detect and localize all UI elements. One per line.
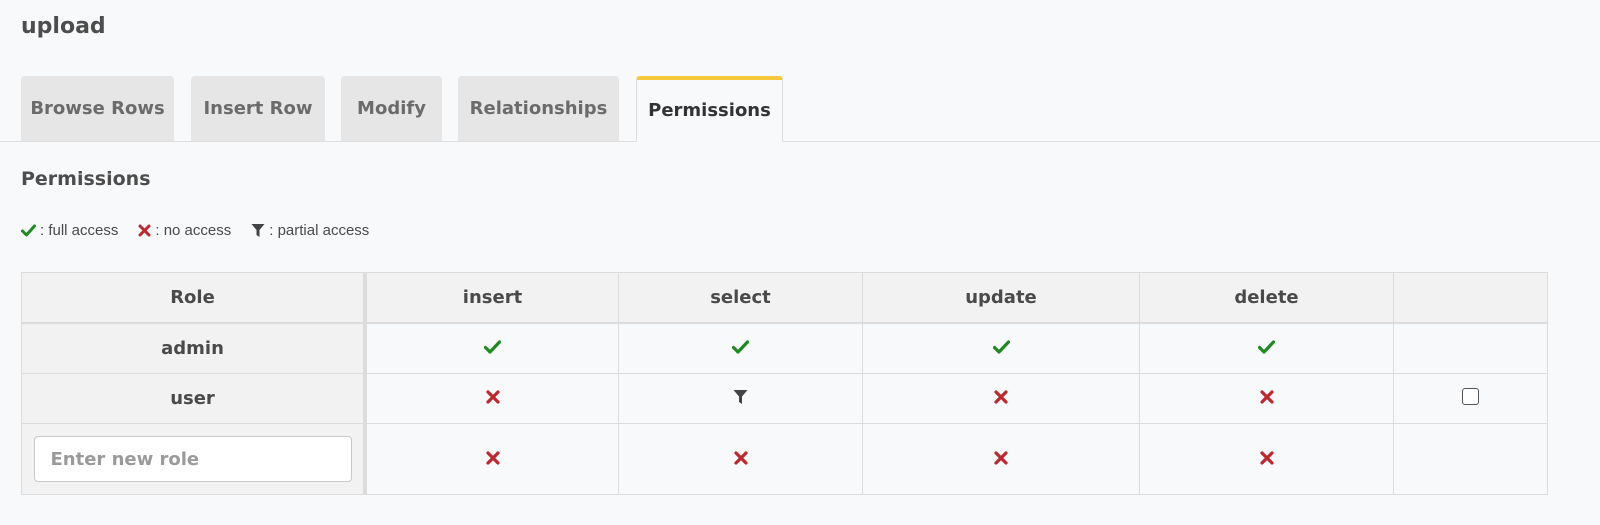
check-icon <box>992 340 1010 354</box>
column-header-bulk <box>1394 273 1547 324</box>
legend-partial-access: : partial access <box>251 222 369 239</box>
column-header-update: update <box>863 273 1140 324</box>
permission-cell-update[interactable] <box>863 324 1140 374</box>
tab-insert-row[interactable]: Insert Row <box>191 76 325 141</box>
legend-partial-access-label: : partial access <box>269 222 370 239</box>
column-header-role: Role <box>22 273 367 324</box>
cross-icon <box>994 450 1008 465</box>
permission-cell-insert[interactable] <box>367 424 619 494</box>
bulk-select-cell <box>1394 374 1547 424</box>
legend-full-access: : full access <box>21 222 118 239</box>
legend-full-access-label: : full access <box>40 222 119 239</box>
legend-no-access: : no access <box>138 222 231 239</box>
permission-cell-delete[interactable] <box>1140 374 1394 424</box>
permission-cell-select[interactable] <box>619 374 863 424</box>
cross-icon <box>1259 390 1274 404</box>
permissions-legend: : full access : no access : partial acce… <box>21 222 389 239</box>
check-icon <box>732 340 749 354</box>
bulk-select-checkbox[interactable] <box>1462 388 1479 405</box>
tab-bar: Browse Rows Insert Row Modify Relationsh… <box>0 76 1600 142</box>
permission-cell-select[interactable] <box>619 324 863 374</box>
column-header-delete: delete <box>1140 273 1394 324</box>
cross-icon <box>138 224 151 237</box>
check-icon <box>21 224 36 237</box>
cross-icon <box>733 450 748 465</box>
tab-modify[interactable]: Modify <box>341 76 442 141</box>
permission-cell-update[interactable] <box>863 424 1140 494</box>
new-role-cell <box>22 424 367 494</box>
bulk-select-cell <box>1394 424 1547 494</box>
permission-cell-delete[interactable] <box>1140 424 1394 494</box>
table-row: admin <box>22 324 1547 374</box>
permission-cell-delete[interactable] <box>1140 324 1394 374</box>
cross-icon <box>994 390 1008 404</box>
filter-icon <box>733 389 748 405</box>
cross-icon <box>485 450 500 465</box>
permission-cell-insert[interactable] <box>367 324 619 374</box>
tab-browse-rows[interactable]: Browse Rows <box>21 76 174 141</box>
role-name: admin <box>22 324 367 374</box>
table-header-row: Role insert select update delete <box>22 273 1547 324</box>
check-icon <box>1258 340 1275 354</box>
legend-no-access-label: : no access <box>155 222 232 239</box>
permissions-table: Role insert select update delete admin u… <box>21 272 1548 495</box>
bulk-select-cell <box>1394 324 1547 374</box>
permission-cell-insert[interactable] <box>367 374 619 424</box>
new-role-row <box>22 424 1547 494</box>
page-title: upload <box>21 14 106 39</box>
check-icon <box>484 340 501 354</box>
tab-permissions[interactable]: Permissions <box>636 76 783 142</box>
tab-relationships[interactable]: Relationships <box>458 76 619 141</box>
column-header-insert: insert <box>367 273 619 324</box>
column-header-select: select <box>619 273 863 324</box>
permission-cell-select[interactable] <box>619 424 863 494</box>
section-title: Permissions <box>21 168 151 190</box>
cross-icon <box>1259 450 1274 465</box>
role-name: user <box>22 374 367 424</box>
new-role-input[interactable] <box>33 436 352 482</box>
permission-cell-update[interactable] <box>863 374 1140 424</box>
cross-icon <box>485 390 500 404</box>
table-row: user <box>22 374 1547 424</box>
filter-icon <box>251 224 265 237</box>
